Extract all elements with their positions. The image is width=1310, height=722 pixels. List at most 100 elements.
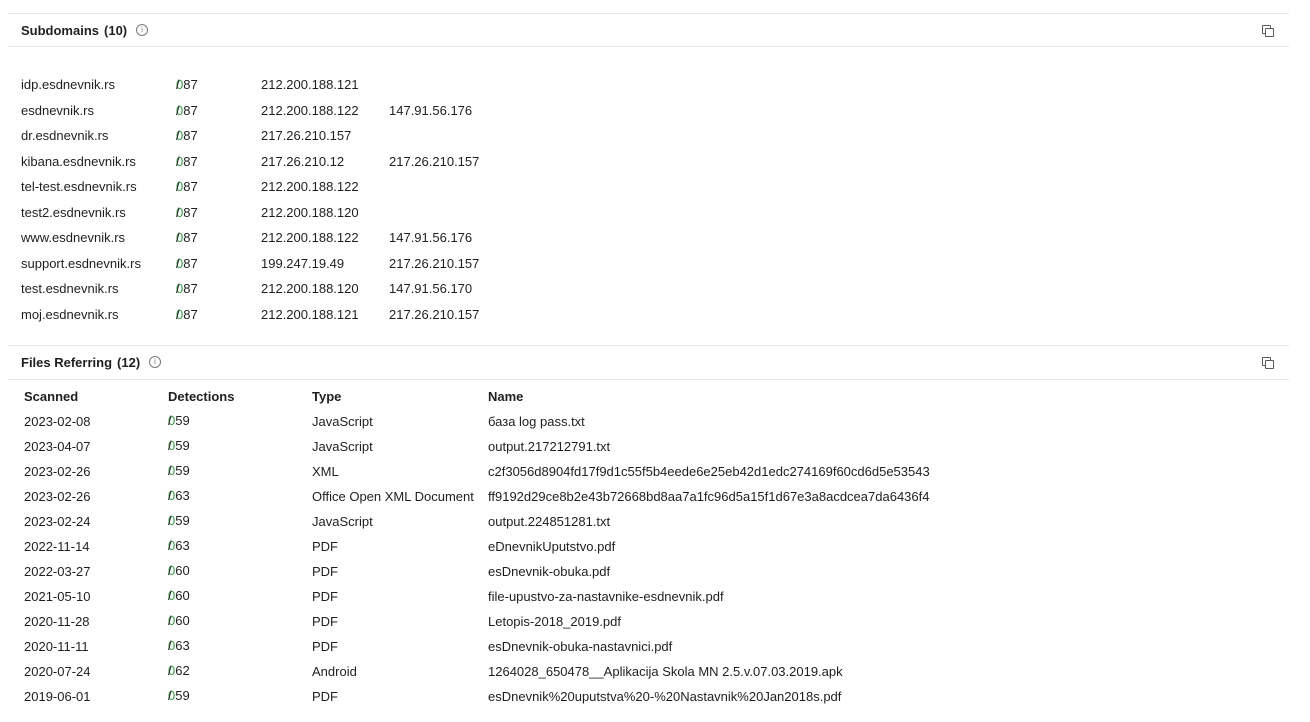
resolution-ip[interactable]: 212.200.188.120 [261,205,359,220]
subdomain-row[interactable]: moj.esdnevnik.rs 0 / 87 212.200.188.121 217… [21,307,721,327]
file-scanned-date: 2019-06-01 [24,689,91,704]
resolution-ip[interactable]: 217.26.210.157 [261,128,351,143]
file-name[interactable]: esDnevnik-obuka-nastavnici.pdf [488,639,672,654]
file-scanned-date: 2022-11-14 [24,539,90,554]
resolution-ip[interactable]: 217.26.210.157 [389,256,479,271]
detection-total: / 87 [176,281,198,296]
file-name[interactable]: Letopis-2018_2019.pdf [488,614,621,629]
subdomain-name[interactable]: kibana.esdnevnik.rs [21,154,136,169]
detection-total: / 59 [168,513,190,528]
subdomain-row[interactable]: www.esdnevnik.rs 0 / 87 212.200.188.122 147… [21,230,721,250]
subdomain-name[interactable]: test2.esdnevnik.rs [21,205,126,220]
subdomain-name[interactable]: dr.esdnevnik.rs [21,128,108,143]
file-scanned-date: 2020-07-24 [24,664,91,679]
subdomain-name[interactable]: tel-test.esdnevnik.rs [21,179,137,194]
detection-total: / 87 [176,204,198,220]
detection-total: / 87 [176,255,198,271]
subdomain-row[interactable]: support.esdnevnik.rs 0 / 87 199.247.19.49 2… [21,256,721,276]
subdomain-name[interactable]: moj.esdnevnik.rs [21,307,119,322]
subdomain-name[interactable]: esdnevnik.rs [21,103,94,118]
resolution-ip[interactable]: 212.200.188.122 [261,230,359,245]
file-row[interactable]: 2023-04-07 0 / 59 JavaScript output.2172127… [24,438,1224,459]
file-name[interactable]: c2f3056d8904fd17f9d1c55f5b4eede6e25eb42d… [488,464,930,479]
file-name[interactable]: ff9192d29ce8b2e43b72668bd8aa7a1fc96d5a15… [488,489,929,504]
column-name[interactable]: Name [488,389,523,404]
resolution-ip[interactable]: 147.91.56.176 [389,103,472,118]
file-row[interactable]: 2019-06-01 0 / 59 PDF esDnevnik%20uputstva%… [24,688,1224,709]
file-name[interactable]: file-upustvo-za-nastavnike-esdnevnik.pdf [488,589,724,604]
subdomain-row[interactable]: esdnevnik.rs 0 / 87 212.200.188.122 147.91.… [21,103,721,123]
file-type: XML [312,464,339,479]
info-icon[interactable]: i [149,356,161,368]
subdomain-row[interactable]: tel-test.esdnevnik.rs 0 / 87 212.200.188.1… [21,179,721,199]
file-name[interactable]: output.217212791.txt [488,439,610,454]
file-name[interactable]: esDnevnik%20uputstva%20-%20Nastavnik%20J… [488,689,841,704]
file-type: PDF [312,539,338,554]
subdomain-row[interactable]: test2.esdnevnik.rs 0 / 87 212.200.188.120 [21,205,721,225]
subdomain-row[interactable]: dr.esdnevnik.rs 0 / 87 217.26.210.157 [21,128,721,148]
copy-icon[interactable] [1262,25,1274,37]
subdomain-row[interactable]: kibana.esdnevnik.rs 0 / 87 217.26.210.12 21… [21,154,721,174]
subdomain-name[interactable]: www.esdnevnik.rs [21,230,125,245]
file-row[interactable]: 2021-05-10 0 / 60 PDF file-upustvo-za-nasta… [24,588,1224,609]
detection-total: / 87 [176,77,198,92]
file-row[interactable]: 2022-11-14 0 / 63 PDF eDnevnikUputstvo.pdf [24,538,1224,559]
detection-total: / 63 [168,638,190,653]
column-detections[interactable]: Detections [168,389,234,404]
files-header: Files Referring (12) i [8,346,1289,378]
file-name[interactable]: eDnevnikUputstvo.pdf [488,539,615,554]
copy-icon[interactable] [1262,357,1274,369]
file-type: PDF [312,589,338,604]
resolution-ip[interactable]: 212.200.188.120 [261,281,359,296]
file-row[interactable]: 2023-02-24 0 / 59 JavaScript output.2248512… [24,513,1224,534]
file-row[interactable]: 2020-07-24 0 / 62 Android 1264028_650478__A… [24,663,1224,684]
detection-total: / 62 [168,663,190,678]
resolution-ip[interactable]: 147.91.56.170 [389,281,472,296]
detection-total: / 87 [176,230,198,245]
detection-total: / 87 [176,179,198,194]
detection-total: / 60 [168,613,190,628]
file-scanned-date: 2023-02-24 [24,514,91,529]
subdomains-title: Subdomains (10) [21,23,127,38]
resolution-ip[interactable]: 217.26.210.12 [261,154,344,169]
resolution-ip[interactable]: 212.200.188.121 [261,307,359,322]
resolution-ip[interactable]: 212.200.188.121 [261,77,359,92]
subdomain-name[interactable]: support.esdnevnik.rs [21,256,141,271]
file-type: JavaScript [312,514,373,529]
file-name[interactable]: база log pass.txt [488,414,585,429]
detection-total: / 63 [168,488,190,503]
file-name[interactable]: 1264028_650478__Aplikacija Skola MN 2.5.… [488,664,843,679]
files-count: (12) [117,355,141,370]
file-row[interactable]: 2023-02-26 0 / 59 XML c2f3056d8904fd17f9d1c… [24,463,1224,484]
detection-total: / 59 [168,413,190,428]
file-row[interactable]: 2023-02-08 0 / 59 JavaScript база log pass.… [24,413,1224,434]
detection-total: / 59 [168,688,190,703]
files-header-divider [8,379,1289,380]
file-type: PDF [312,689,338,704]
files-table-header: Scanned Detections Type Name [24,389,1224,405]
column-scanned[interactable]: Scanned [24,389,78,404]
subdomain-row[interactable]: test.esdnevnik.rs 0 / 87 212.200.188.120 14… [21,281,721,301]
info-icon[interactable]: i [136,24,148,36]
file-type: JavaScript [312,414,373,429]
subdomain-row[interactable]: idp.esdnevnik.rs 0 / 87 212.200.188.121 [21,77,721,97]
resolution-ip[interactable]: 147.91.56.176 [389,230,472,245]
resolution-ip[interactable]: 217.26.210.157 [389,307,479,322]
file-row[interactable]: 2023-02-26 0 / 63 Office Open XML Document… [24,488,1224,509]
file-name[interactable]: esDnevnik-obuka.pdf [488,564,610,579]
resolution-ip[interactable]: 217.26.210.157 [389,154,479,169]
resolution-ip[interactable]: 212.200.188.122 [261,179,359,194]
subdomain-name[interactable]: test.esdnevnik.rs [21,281,119,296]
file-name[interactable]: output.224851281.txt [488,514,610,529]
resolution-ip[interactable]: 212.200.188.122 [261,103,359,118]
detection-total: / 87 [176,306,198,322]
file-row[interactable]: 2020-11-11 0 / 63 PDF esDnevnik-obuka-nasta… [24,638,1224,659]
file-type: PDF [312,564,338,579]
resolution-ip[interactable]: 199.247.19.49 [261,256,344,271]
subdomain-name[interactable]: idp.esdnevnik.rs [21,77,115,92]
file-scanned-date: 2023-02-26 [24,464,91,479]
file-type: PDF [312,639,338,654]
file-row[interactable]: 2022-03-27 0 / 60 PDF esDnevnik-obuka.pdf [24,563,1224,584]
file-row[interactable]: 2020-11-28 0 / 60 PDF Letopis-2018_2019.pdf [24,613,1224,634]
column-type[interactable]: Type [312,389,341,404]
